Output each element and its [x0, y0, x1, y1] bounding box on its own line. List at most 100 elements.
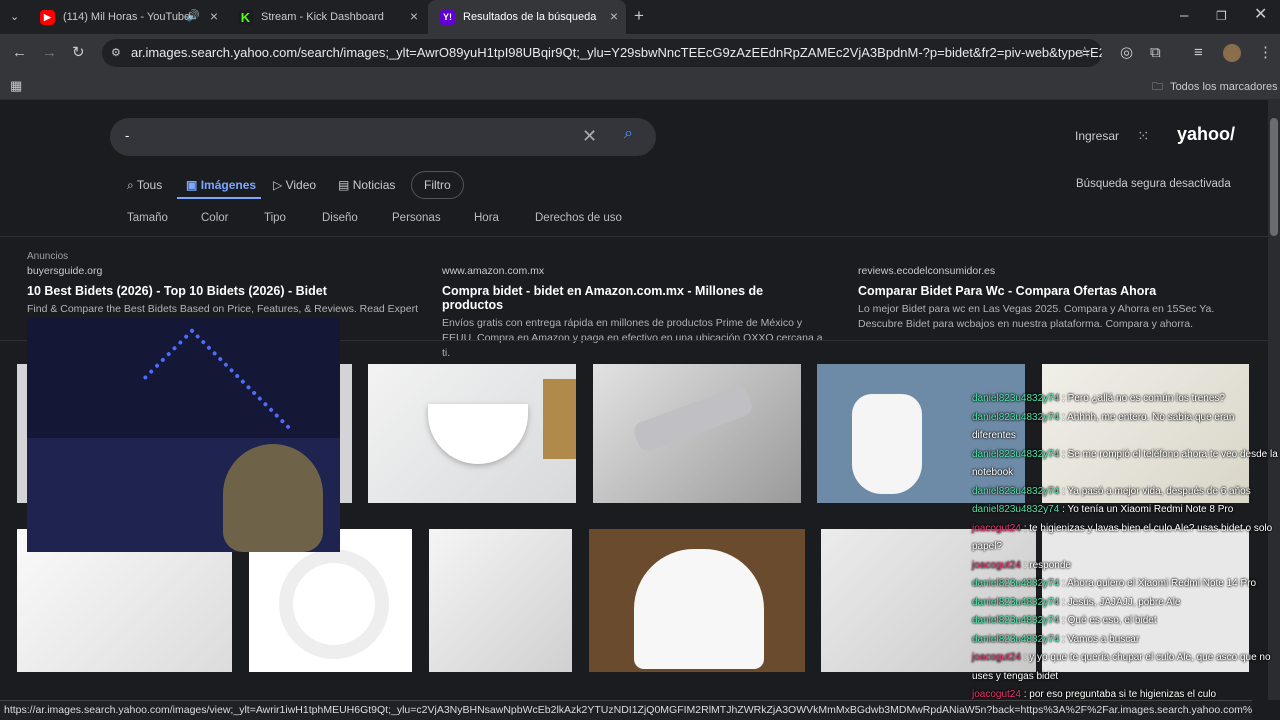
- chat-username: daniel823u4832y74: [972, 448, 1060, 460]
- sprayer-shape: [631, 384, 755, 454]
- folder-icon: 🗀: [1152, 81, 1163, 93]
- ad-result[interactable]: www.amazon.com.mx Compra bidet - bidet e…: [442, 265, 827, 361]
- chat-username: daniel823u4832y74: [972, 578, 1060, 589]
- address-bar[interactable]: ⚙ ar.images.search.yahoo.com/search/imag…: [102, 39, 1102, 67]
- apps-grid-icon[interactable]: ⁙: [1137, 127, 1150, 145]
- ad-domain: www.amazon.com.mx: [442, 265, 545, 277]
- filter-license[interactable]: Derechos de uso: [535, 212, 622, 224]
- ad-description: Envíos gratis con entrega rápida en mill…: [442, 317, 823, 359]
- search-icon[interactable]: ⌕: [624, 125, 633, 143]
- filter-type[interactable]: Tipo: [264, 212, 286, 224]
- chat-username: daniel823u4832y74: [972, 633, 1060, 645]
- avatar[interactable]: [1223, 44, 1241, 62]
- divider: [0, 236, 1268, 237]
- tab-label: Noticias: [352, 178, 396, 192]
- all-bookmarks-label: Todos los marcadores: [1170, 81, 1278, 93]
- incognito-icon[interactable]: ◎: [1120, 45, 1133, 60]
- chat-username: joacogut24: [972, 559, 1021, 571]
- browser-toolbar: ← → ↻ ⚙ ar.images.search.yahoo.com/searc…: [0, 34, 1280, 72]
- extensions-icon[interactable]: ⧉: [1150, 45, 1161, 60]
- chat-message: daniel823u4832y74 : Pero ¿allá no es com…: [972, 390, 1280, 409]
- close-tab-icon[interactable]: ×: [210, 9, 218, 23]
- tab-title: (114) Mil Horas - YouTube: [63, 11, 191, 23]
- stream-chat-overlay: daniel823u4832y74 : Pero ¿allá no es com…: [972, 390, 1280, 702]
- ad-domain: reviews.ecodelconsumidor.es: [858, 265, 996, 277]
- tab-label: Imágenes: [200, 178, 257, 192]
- scrollbar-thumb[interactable]: [1270, 118, 1278, 236]
- site-info-icon[interactable]: ⚙: [111, 39, 121, 67]
- tab-title: Resultados de la búsqueda de: [463, 11, 598, 23]
- clear-icon[interactable]: ✕: [582, 126, 597, 147]
- youtube-icon: ▶: [40, 9, 55, 25]
- tab-all[interactable]: ⌕ Tous: [127, 178, 162, 193]
- status-bar: https://ar.images.search.yahoo.com/image…: [0, 700, 1252, 720]
- filter-label: Filtro: [424, 178, 451, 192]
- ad-description: Lo mejor Bidet para wc en Las Vegas 2025…: [858, 303, 1215, 330]
- filter-size[interactable]: Tamaño: [127, 212, 168, 224]
- minimize-icon[interactable]: –: [1180, 8, 1188, 23]
- all-bookmarks-folder[interactable]: 🗀 Todos los marcadores: [1152, 78, 1278, 97]
- yahoo-logo[interactable]: yahoo/: [1177, 124, 1235, 145]
- apps-grid-icon[interactable]: ▦: [10, 78, 22, 93]
- maximize-icon[interactable]: ❐: [1216, 9, 1227, 24]
- tab-yahoo[interactable]: Y! Resultados de la búsqueda de ×: [428, 0, 626, 34]
- signin-link[interactable]: Ingresar: [1075, 129, 1119, 143]
- forward-icon[interactable]: →: [42, 45, 57, 60]
- chat-text: : Ya pasó a mejor vida, después de 6 año…: [1059, 485, 1251, 497]
- filter-color[interactable]: Color: [201, 212, 228, 224]
- bookmark-star-icon[interactable]: ☆: [1078, 45, 1091, 60]
- close-window-icon[interactable]: ✕: [1254, 7, 1267, 23]
- chat-text: : Pero ¿allá no es común los trenes?: [1059, 393, 1225, 404]
- ad-title[interactable]: Comparar Bidet Para Wc - Compara Ofertas…: [858, 284, 1248, 298]
- close-tab-icon[interactable]: ×: [410, 9, 418, 23]
- chat-username: joacogut24: [972, 652, 1021, 663]
- basket-shape: [543, 379, 576, 459]
- filter-time[interactable]: Hora: [474, 212, 499, 224]
- search-small-icon: ⌕: [127, 178, 134, 192]
- tab-video[interactable]: ▷ Video: [273, 178, 316, 192]
- tab-label: Tous: [136, 178, 163, 192]
- chat-message: daniel823u4832y74 : Ahora quiero el Xiao…: [972, 575, 1280, 594]
- ad-title[interactable]: 10 Best Bidets (2026) - Top 10 Bidets (2…: [27, 284, 427, 298]
- search-box[interactable]: - ✕ ⌕: [110, 118, 656, 156]
- webcam-overlay: [27, 318, 340, 552]
- filter-button[interactable]: Filtro: [411, 171, 464, 199]
- chat-username: joacogut24: [972, 689, 1021, 700]
- chat-message: daniel823u4832y74 : Yo tenía un Xiaomi R…: [972, 501, 1280, 520]
- media-controls-icon[interactable]: ≡: [1194, 45, 1203, 60]
- close-tab-icon[interactable]: ×: [610, 9, 618, 23]
- filter-layout[interactable]: Diseño: [322, 212, 358, 224]
- tab-kick[interactable]: K Stream - Kick Dashboard ×: [226, 0, 426, 34]
- ad-title[interactable]: Compra bidet - bidet en Amazon.com.mx - …: [442, 284, 827, 312]
- tab-search-icon[interactable]: ⌄: [10, 10, 19, 25]
- chat-text: : Ahora quiero el Xiaomi Redmi Note 14 P…: [1059, 578, 1257, 589]
- ad-result[interactable]: reviews.ecodelconsumidor.es Comparar Bid…: [858, 265, 1248, 332]
- chat-message: daniel823u4832y74 : Vamos a buscar: [972, 631, 1280, 650]
- menu-icon[interactable]: ⋮: [1258, 45, 1273, 60]
- tab-images[interactable]: ▣ Imágenes: [186, 178, 256, 192]
- tab-label: Video: [285, 178, 317, 192]
- new-tab-icon[interactable]: +: [634, 7, 644, 24]
- tab-news[interactable]: ▤ Noticias: [338, 178, 395, 192]
- news-icon: ▤: [338, 178, 350, 192]
- chat-text: : Jesús, JAJAJJ, pobre Ale: [1059, 596, 1181, 608]
- chat-text: : responde: [1020, 559, 1071, 571]
- chat-message: joacogut24 : responde: [972, 557, 1280, 576]
- filter-people[interactable]: Personas: [392, 212, 441, 224]
- chat-message: daniel823u4832y74 : Jesús, JAJAJJ, pobre…: [972, 594, 1280, 613]
- status-url: https://ar.images.search.yahoo.com/image…: [4, 704, 1252, 716]
- bidet-shape: [428, 404, 528, 464]
- search-input[interactable]: -: [125, 128, 129, 143]
- chat-text: : por eso preguntaba si te higienizas el…: [1020, 689, 1217, 700]
- yahoo-icon: Y!: [440, 9, 455, 25]
- safe-search-status[interactable]: Búsqueda segura desactivada: [1076, 178, 1231, 190]
- reload-icon[interactable]: ↻: [72, 45, 85, 60]
- image-result[interactable]: [429, 529, 572, 672]
- image-result[interactable]: [593, 364, 801, 503]
- image-result[interactable]: [368, 364, 576, 503]
- chat-message: daniel823u4832y74 : Ya pasó a mejor vida…: [972, 483, 1280, 502]
- tab-youtube[interactable]: ▶ (114) Mil Horas - YouTube 🔊 ×: [28, 0, 226, 34]
- url-text: ar.images.search.yahoo.com/search/images…: [131, 45, 1102, 60]
- image-result[interactable]: [589, 529, 805, 672]
- back-icon[interactable]: ←: [12, 45, 27, 60]
